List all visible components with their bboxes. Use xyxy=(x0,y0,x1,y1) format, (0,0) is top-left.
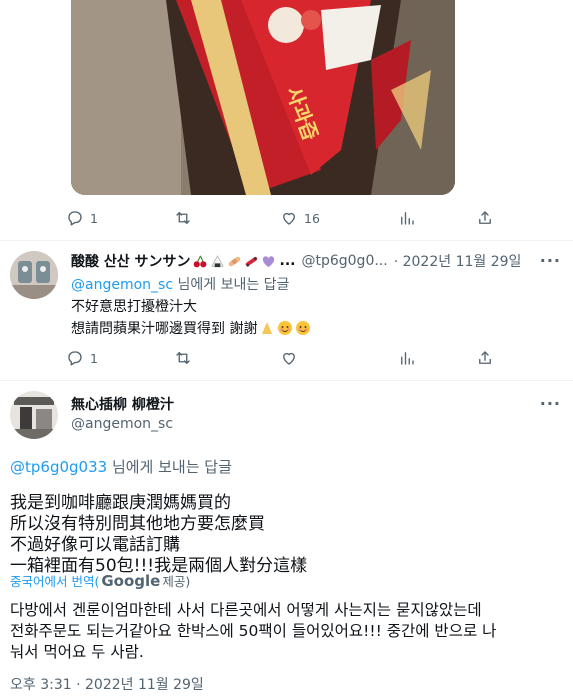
rice-ball-emoji xyxy=(210,254,224,267)
share-button[interactable] xyxy=(476,345,494,371)
reply-button[interactable]: 1 xyxy=(66,205,98,231)
avatar-illustration xyxy=(10,251,58,299)
share-icon xyxy=(479,211,491,224)
reply-time[interactable]: · 2022년 11월 29일 xyxy=(394,251,522,271)
main-display-name[interactable]: 無心插柳 柳橙汁 xyxy=(71,394,174,414)
reply-author-avatar[interactable] xyxy=(10,251,58,299)
reply-count: 1 xyxy=(90,210,98,226)
retweet-button[interactable] xyxy=(174,345,192,371)
reply-text-line-2-wrap: 想請問蘋果汁哪邊買得到 謝謝 xyxy=(71,318,311,338)
folded-hands-emoji xyxy=(262,322,273,334)
main-handle[interactable]: @angemon_sc xyxy=(71,416,173,432)
reply-action-bar: 1 xyxy=(66,345,506,371)
divider xyxy=(0,240,573,241)
reply-icon xyxy=(68,211,82,226)
reply-display-name[interactable]: 酸酸 산산 サンサン xyxy=(71,251,191,271)
google-logo: Google xyxy=(101,571,161,590)
tweet-action-bar: 1 16 xyxy=(66,205,506,231)
more-options-icon[interactable]: ··· xyxy=(540,394,561,413)
translation-line-3: 눠서 먹어요 두 사람. xyxy=(10,643,144,661)
divider xyxy=(0,380,573,381)
translation-line-1: 다방에서 겐룬이엄마한테 사서 다른곳에서 어떻게 사는지는 묻지않았는데 xyxy=(10,601,482,619)
share-button[interactable] xyxy=(476,205,494,231)
reply-count: 1 xyxy=(90,350,98,366)
translation-line-2: 전화주문도 되는거같아요 한박스에 50팩이 들어있어요!!! 중간에 반으로 … xyxy=(10,622,497,640)
skateboard-emoji xyxy=(245,256,257,267)
like-count: 16 xyxy=(304,210,320,226)
retweet-icon xyxy=(176,352,190,364)
translation-attribution[interactable]: 중국어에서 번역( Google 제공) xyxy=(10,571,190,590)
retweet-button[interactable] xyxy=(174,205,192,231)
views-button[interactable] xyxy=(398,205,416,231)
reply-replying-to: @angemon_sc 님에게 보내는 답글 xyxy=(71,274,289,294)
smiling-emoji xyxy=(278,321,293,335)
smiling-emoji xyxy=(296,321,311,335)
tweet-timestamp[interactable]: 오후 3:31 · 2022년 11월 29일 xyxy=(10,674,204,694)
main-replying-to: @tp6g0g033 님에게 보내는 답글 xyxy=(10,456,232,477)
main-author-avatar[interactable] xyxy=(10,391,58,439)
replying-mention[interactable]: @tp6g0g033 xyxy=(10,458,107,476)
reply-handle[interactable]: @tp6g0g0... xyxy=(301,253,387,269)
replying-suffix: 님에게 보내는 답글 xyxy=(173,277,290,293)
reply-author-line: 酸酸 산산 サンサン ... @tp6g0g0... · 2022년 11월 2… xyxy=(71,250,551,272)
photo-illustration: 사과즙 xyxy=(71,0,455,195)
replying-suffix: 님에게 보내는 답글 xyxy=(107,458,232,476)
replying-mention[interactable]: @angemon_sc xyxy=(71,277,173,293)
purple-heart-emoji xyxy=(262,255,274,267)
translate-prefix: 중국어에서 번역( xyxy=(10,574,100,589)
share-icon xyxy=(479,351,491,364)
translate-suffix: 제공) xyxy=(162,574,191,589)
views-button[interactable] xyxy=(398,345,416,371)
views-chart-icon xyxy=(401,352,414,365)
avatar-illustration xyxy=(10,391,58,439)
heart-icon xyxy=(283,212,295,225)
name-ellipsis: ... xyxy=(279,253,296,269)
bandage-emoji xyxy=(228,256,240,266)
like-button[interactable]: 16 xyxy=(280,205,320,231)
more-options-icon[interactable]: ··· xyxy=(540,251,561,270)
heart-icon xyxy=(283,352,295,365)
like-button[interactable] xyxy=(280,345,298,371)
reply-icon xyxy=(68,351,82,366)
reply-button[interactable]: 1 xyxy=(66,345,98,371)
cherry-emoji xyxy=(193,255,206,267)
reply-text-line-2: 想請問蘋果汁哪邊買得到 謝謝 xyxy=(71,321,258,337)
retweet-icon xyxy=(176,212,190,224)
views-chart-icon xyxy=(401,212,414,225)
reply-text-line-1: 不好意思打擾橙汁大 xyxy=(71,299,197,315)
tweet-media-photo[interactable]: 사과즙 xyxy=(71,0,455,195)
